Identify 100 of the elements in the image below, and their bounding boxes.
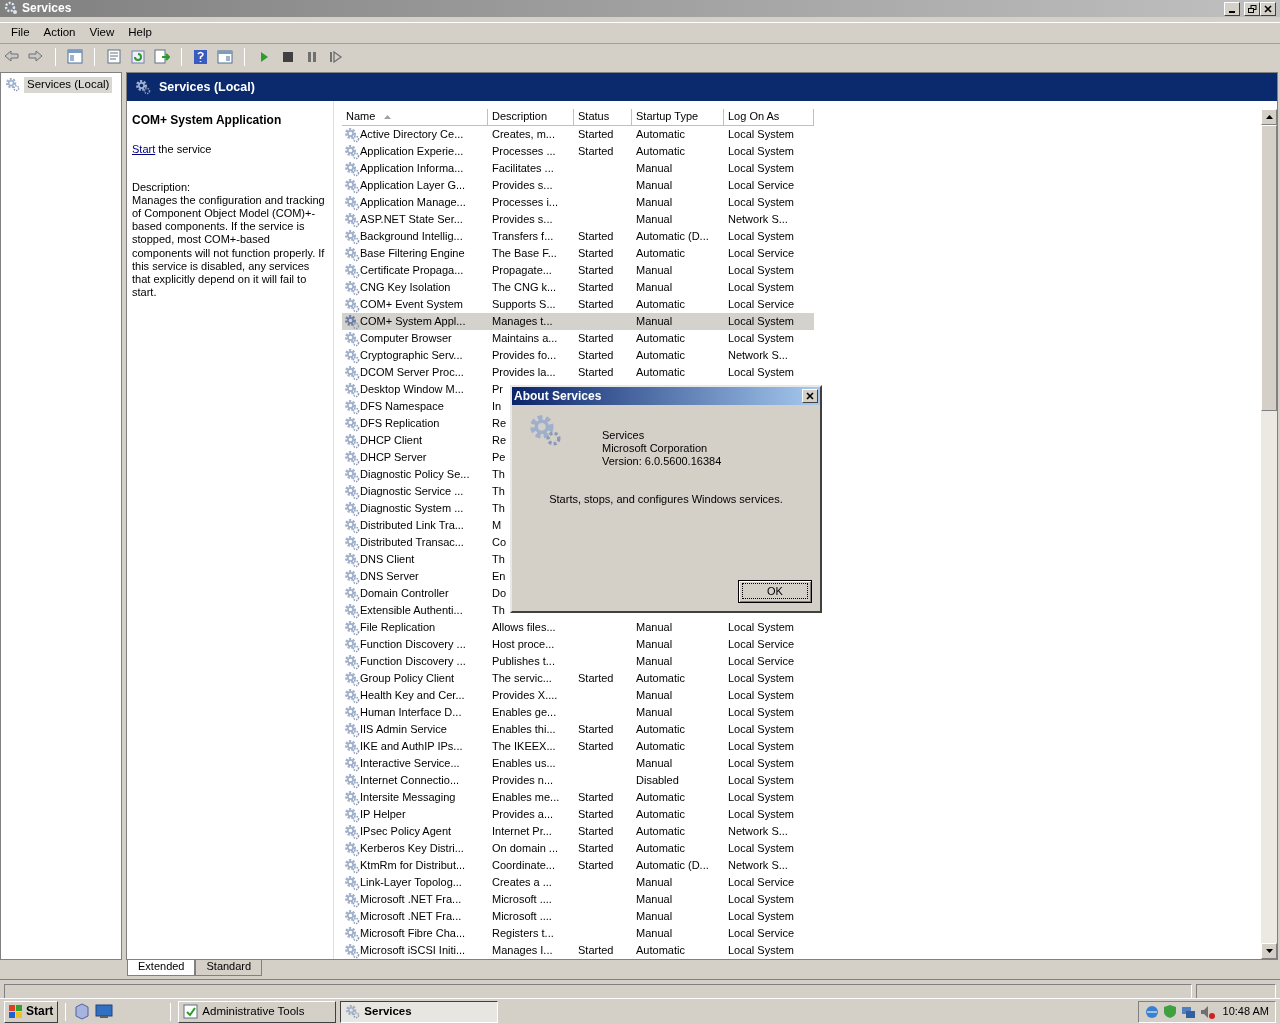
service-row[interactable]: DHCP Server Pe — [342, 449, 510, 466]
service-row[interactable]: Diagnostic Service ... Th — [342, 483, 509, 500]
service-row[interactable]: Health Key and Cer... Provides X.... Manual Local System — [342, 687, 814, 704]
service-row[interactable]: DFS Namespace In — [342, 398, 506, 415]
service-row[interactable]: Internet Connectio... Provides n... Disabled Local System — [342, 772, 814, 789]
service-row[interactable]: DHCP Client Re — [342, 432, 511, 449]
service-row[interactable]: Desktop Window M... Pr — [342, 381, 507, 398]
service-row[interactable]: Microsoft .NET Fra... Microsoft .... Manual Local System — [342, 908, 814, 925]
minimize-button[interactable] — [1224, 1, 1240, 16]
speaker-icon[interactable] — [1199, 1004, 1215, 1019]
down-arrow-icon[interactable] — [1265, 949, 1273, 953]
table-cell-text: Local System — [727, 144, 796, 159]
shield-icon[interactable] — [1162, 1004, 1177, 1019]
service-row[interactable]: IPsec Policy Agent Internet Pr... Started Automatic Network S... — [342, 823, 814, 840]
taskbar-button[interactable]: Administrative Tools — [178, 1000, 337, 1023]
menu-item[interactable]: Help — [121, 26, 159, 40]
desktop-icon[interactable] — [95, 1003, 114, 1020]
column-header[interactable]: Description — [488, 109, 574, 126]
column-header[interactable]: Startup Type — [632, 109, 724, 126]
service-row[interactable]: Intersite Messaging Enables me... Started Automatic Local System — [342, 789, 814, 806]
service-row[interactable]: Active Directory Ce... Creates, m... Started Automatic Local System — [342, 126, 814, 143]
table-cell-text: Local Service — [727, 654, 796, 669]
menu-item[interactable]: File — [4, 26, 37, 40]
properties-icon[interactable] — [106, 49, 122, 65]
service-row[interactable]: Domain Controller Do — [342, 585, 511, 602]
service-row[interactable]: DNS Client Th — [342, 551, 509, 568]
service-row[interactable]: Extensible Authenti... Th — [342, 602, 509, 619]
service-name: Link-Layer Topolog... — [360, 875, 463, 890]
export-icon[interactable] — [154, 49, 170, 65]
pane-icon[interactable] — [217, 49, 233, 65]
start-button[interactable]: Start — [4, 1000, 59, 1023]
menu-item[interactable]: Action — [36, 26, 83, 40]
back-arrow-icon[interactable] — [4, 49, 20, 65]
service-row[interactable]: Distributed Transac... Co — [342, 534, 511, 551]
column-header[interactable]: Status — [574, 109, 632, 126]
service-row[interactable]: Interactive Service... Enables us... Manual Local System — [342, 755, 814, 772]
service-row[interactable]: File Replication Allows files... Manual Local System — [342, 619, 814, 636]
service-row[interactable]: Certificate Propaga... Propagate... Started Manual Local System — [342, 262, 814, 279]
service-row[interactable]: Application Manage... Processes i... Manual Local System — [342, 194, 814, 211]
close-button[interactable] — [802, 389, 818, 403]
refresh-icon[interactable] — [130, 49, 146, 65]
service-row[interactable]: COM+ Event System Supports S... Started Automatic Local Service — [342, 296, 814, 313]
table-cell-text: Local System — [727, 909, 796, 924]
table-cell-text: Network S... — [727, 212, 789, 227]
column-header[interactable]: Name — [342, 109, 488, 126]
service-name: Distributed Transac... — [360, 535, 465, 550]
stop-icon[interactable] — [280, 49, 296, 65]
table-cell-text: Creates, m... — [491, 127, 556, 142]
service-row[interactable]: Microsoft iSCSI Initi... Manages I... Started Automatic Local System — [342, 942, 814, 959]
service-row[interactable]: IIS Admin Service Enables thi... Started Automatic Local System — [342, 721, 814, 738]
service-row[interactable]: KtmRm for Distribut... Coordinate... Started Automatic (D... Network S... — [342, 857, 814, 874]
cube-icon[interactable] — [73, 1003, 92, 1020]
scroll-thumb[interactable] — [1261, 125, 1277, 411]
table-cell-text: Processes i... — [491, 195, 560, 210]
service-row[interactable]: Kerberos Key Distri... On domain ... Started Automatic Local System — [342, 840, 814, 857]
service-row[interactable]: Function Discovery ... Publishes t... Manual Local Service — [342, 653, 814, 670]
vertical-scrollbar[interactable] — [1261, 109, 1277, 959]
service-row[interactable]: IP Helper Provides a... Started Automatic Local System — [342, 806, 814, 823]
service-row[interactable]: DNS Server En — [342, 568, 510, 585]
service-row[interactable]: DCOM Server Proc... Provides la... Started Automatic Local System — [342, 364, 814, 381]
service-row[interactable]: Diagnostic Policy Se... Th — [342, 466, 509, 483]
service-row[interactable]: ASP.NET State Ser... Provides s... Manual Network S... — [342, 211, 814, 228]
service-row[interactable]: Diagnostic System ... Th — [342, 500, 509, 517]
service-row[interactable]: Link-Layer Topolog... Creates a ... Manual Local Service — [342, 874, 814, 891]
tree-item[interactable]: Services (Local) — [24, 77, 113, 93]
service-row[interactable]: Background Intellig... Transfers f... Started Automatic (D... Local System — [342, 228, 814, 245]
forward-arrow-icon[interactable] — [28, 49, 44, 65]
start-link[interactable]: Start — [132, 143, 156, 156]
network-icon[interactable] — [1180, 1004, 1196, 1019]
service-row[interactable]: COM+ System Appl... Manages t... Manual Local System — [342, 313, 814, 330]
close-button[interactable] — [1260, 1, 1276, 16]
service-row[interactable]: Cryptographic Serv... Provides fo... Started Automatic Network S... — [342, 347, 814, 364]
service-row[interactable]: Base Filtering Engine The Base F... Started Automatic Local Service — [342, 245, 814, 262]
menu-item[interactable]: View — [82, 26, 122, 40]
help-icon[interactable] — [193, 49, 209, 65]
view-tab[interactable]: Standard — [195, 960, 263, 976]
table-cell-text: Local System — [727, 756, 796, 771]
resume-icon[interactable] — [328, 49, 344, 65]
service-row[interactable]: DFS Replication Re — [342, 415, 511, 432]
view-tab[interactable]: Extended — [127, 960, 196, 976]
column-header[interactable]: Log On As — [724, 109, 814, 126]
taskbar-button[interactable]: Services — [340, 1000, 499, 1023]
service-name: KtmRm for Distribut... — [360, 858, 467, 873]
service-row[interactable]: Human Interface D... Enables ge... Manual Local System — [342, 704, 814, 721]
service-row[interactable]: Distributed Link Tra... M — [342, 517, 506, 534]
service-row[interactable]: Application Experie... Processes ... Started Automatic Local System — [342, 143, 814, 160]
service-row[interactable]: Application Informa... Facilitates ... Manual Local System — [342, 160, 814, 177]
gears-icon — [344, 670, 360, 687]
service-row[interactable]: Microsoft .NET Fra... Microsoft .... Manual Local System — [342, 891, 814, 908]
pane-icon[interactable] — [67, 49, 83, 65]
service-row[interactable]: Function Discovery ... Host proce... Manual Local Service — [342, 636, 814, 653]
service-row[interactable]: Microsoft Fibre Cha... Registers t... Manual Local Service — [342, 925, 814, 942]
ok-button[interactable]: OK — [738, 580, 812, 603]
service-row[interactable]: Application Layer G... Provides s... Manual Local Service — [342, 177, 814, 194]
service-row[interactable]: CNG Key Isolation The CNG k... Started Manual Local System — [342, 279, 814, 296]
service-row[interactable]: Computer Browser Maintains a... Started Automatic Local System — [342, 330, 814, 347]
restore-button[interactable] — [1244, 1, 1260, 16]
up-arrow-icon[interactable] — [1265, 115, 1273, 119]
service-row[interactable]: IKE and AuthIP IPs... The IKEEX... Started Automatic Local System — [342, 738, 814, 755]
service-row[interactable]: Group Policy Client The servic... Started Automatic Local System — [342, 670, 814, 687]
